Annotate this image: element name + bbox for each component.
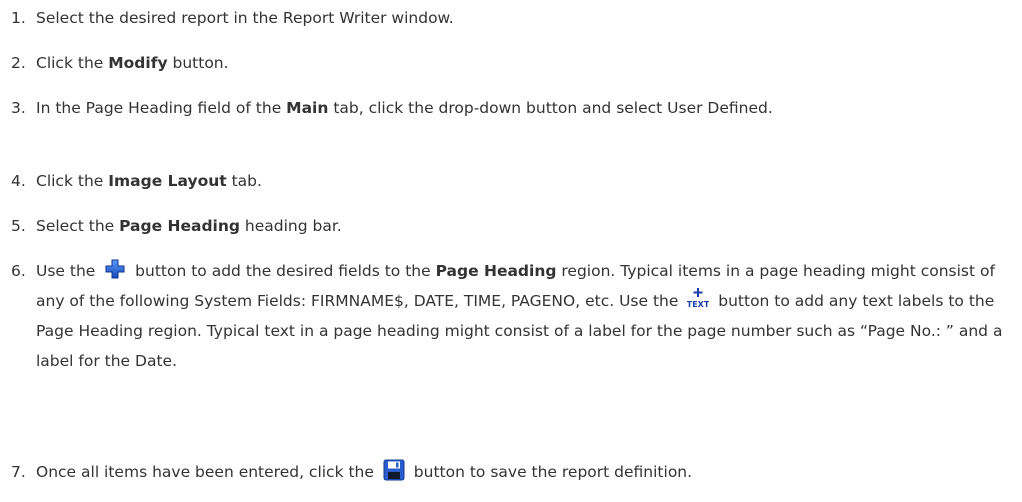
step-text-post: button. xyxy=(167,54,229,72)
step-text: Once all items have been entered, click … xyxy=(11,458,1014,486)
step-text-bold: Modify xyxy=(108,54,168,72)
step-text: Click the Modify button. xyxy=(11,49,1014,77)
step-text-pre: Once all items have been entered, click … xyxy=(36,463,379,481)
step-text-pre: Use the xyxy=(36,262,101,280)
step-text-bold: Image Layout xyxy=(108,172,227,190)
step-text: Select the desired report in the Report … xyxy=(11,4,1014,32)
step-text: Select the Page Heading heading bar. xyxy=(11,212,1014,240)
step-text-bold: Page Heading xyxy=(435,262,557,280)
step-text: In the Page Heading field of the Main ta… xyxy=(11,94,1014,122)
step-number: 7. xyxy=(11,463,26,481)
add-text-icon: TEXT xyxy=(687,288,709,310)
step-text: Use the button to add the desired fields… xyxy=(11,256,1014,376)
step-text-pre: Select the xyxy=(36,217,120,235)
step-text-content: Select the desired report in the Report … xyxy=(36,9,454,27)
step-text-bold: Main xyxy=(286,99,329,117)
step-text: Click the Image Layout tab. xyxy=(11,167,1014,195)
step-text-bold: Page Heading xyxy=(119,217,240,235)
step-number: 1. xyxy=(11,9,26,27)
step-number: 6. xyxy=(11,262,26,280)
step-text-mid: button to add the desired fields to the xyxy=(130,262,436,280)
step-2: 2. Click the Modify button. xyxy=(11,49,1014,77)
step-4: 4. Click the Image Layout tab. xyxy=(11,167,1014,195)
step-7: 7. Once all items have been entered, cli… xyxy=(11,458,1014,486)
step-text-pre: Click the xyxy=(36,172,109,190)
step-text-post: tab. xyxy=(226,172,262,190)
step-text-pre: In the Page Heading field of the xyxy=(36,99,287,117)
step-6: 6. Use the button to add the desired fie… xyxy=(11,256,1014,376)
step-number: 4. xyxy=(11,172,26,190)
step-number: 2. xyxy=(11,54,26,72)
step-text-post: heading bar. xyxy=(240,217,342,235)
add-field-icon xyxy=(104,258,126,280)
step-5: 5. Select the Page Heading heading bar. xyxy=(11,212,1014,240)
instruction-list: 1. Select the desired report in the Repo… xyxy=(0,0,1022,502)
step-text-post: tab, click the drop-down button and sele… xyxy=(328,99,773,117)
save-disk-icon xyxy=(383,459,405,481)
step-number: 5. xyxy=(11,217,26,235)
step-3: 3. In the Page Heading field of the Main… xyxy=(11,94,1014,122)
step-number: 3. xyxy=(11,99,26,117)
step-text-post: button to save the report definition. xyxy=(408,463,693,481)
step-text-pre: Click the xyxy=(36,54,109,72)
step-1: 1. Select the desired report in the Repo… xyxy=(11,4,1014,32)
add-text-icon-label: TEXT xyxy=(687,300,709,309)
